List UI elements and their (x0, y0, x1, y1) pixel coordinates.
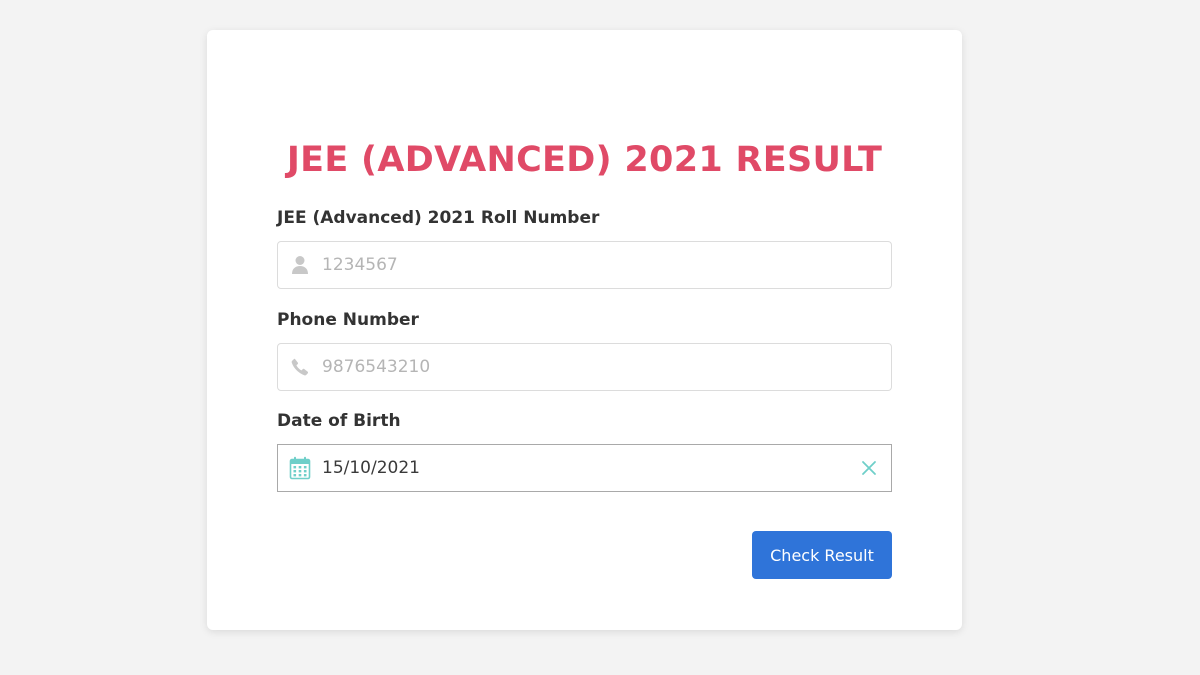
date-of-birth-input[interactable] (322, 445, 822, 491)
phone-number-label: Phone Number (277, 310, 419, 330)
phone-number-field[interactable] (277, 343, 892, 391)
calendar-icon[interactable] (289, 456, 311, 480)
roll-number-label: JEE (Advanced) 2021 Roll Number (277, 208, 600, 228)
phone-number-input[interactable] (322, 344, 822, 390)
date-of-birth-label: Date of Birth (277, 411, 401, 431)
check-result-button[interactable]: Check Result (752, 531, 892, 579)
close-icon[interactable] (859, 458, 879, 478)
phone-icon (289, 356, 311, 378)
roll-number-field[interactable] (277, 241, 892, 289)
page-title: JEE (ADVANCED) 2021 RESULT (286, 140, 883, 180)
roll-number-input[interactable] (322, 242, 822, 288)
date-of-birth-field[interactable] (277, 444, 892, 492)
result-form-card: JEE (ADVANCED) 2021 RESULT JEE (Advanced… (207, 30, 962, 630)
user-icon (289, 254, 311, 276)
